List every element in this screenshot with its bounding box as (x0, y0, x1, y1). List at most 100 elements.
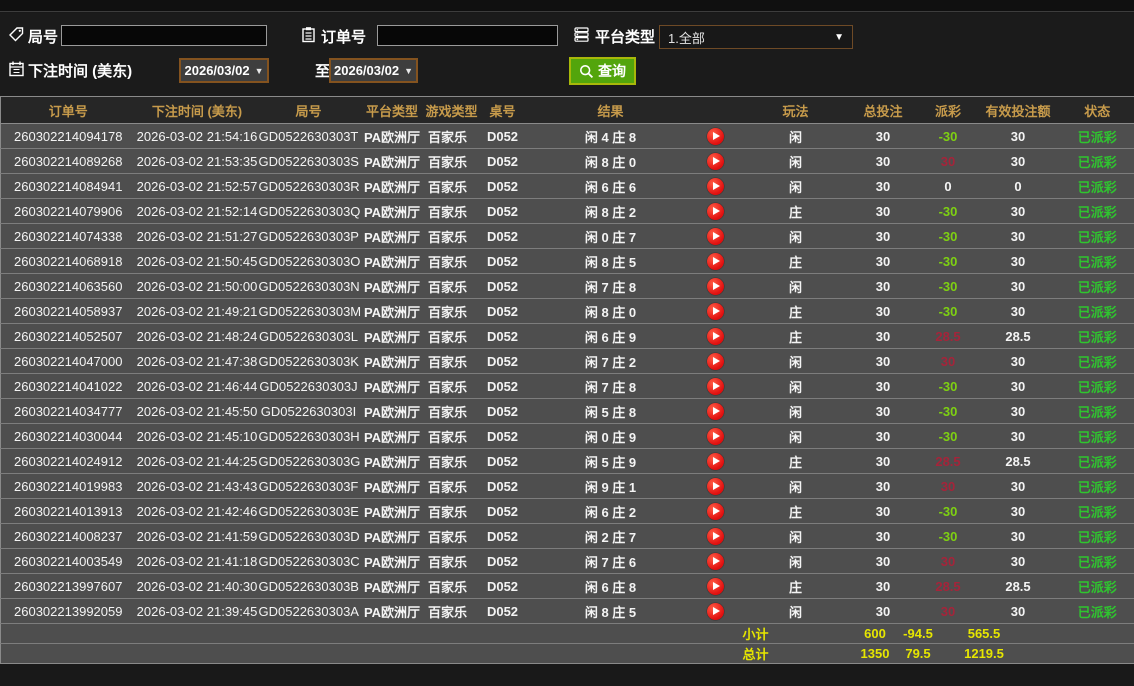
play-video-icon[interactable] (707, 177, 724, 195)
cell-valid-bet: 30 (975, 373, 1061, 399)
cell-round-no: GD0522630303I (258, 398, 359, 424)
filter-panel: 局号 订单号 平台类型 1.全部 ▼ 下注时间 (美东) 2026/03/02 … (0, 13, 1134, 96)
cell-valid-bet: 30 (975, 123, 1061, 149)
status-badge: 已派彩 (1060, 373, 1134, 399)
col-result: 结果 (535, 96, 686, 124)
cell-valid-bet: 30 (975, 423, 1061, 449)
play-video-icon[interactable] (707, 602, 724, 620)
play-video-icon[interactable] (707, 552, 724, 570)
order-no-input[interactable] (377, 25, 558, 46)
cell-table-no: D052 (469, 523, 536, 549)
play-video-icon[interactable] (707, 202, 724, 220)
play-video-icon[interactable] (707, 427, 724, 445)
cell-replay (685, 573, 746, 599)
top-bar (0, 0, 1134, 12)
cell-round-no: GD0522630303J (258, 373, 359, 399)
cell-valid-bet: 30 (975, 273, 1061, 299)
cell-replay (685, 148, 746, 174)
cell-bet-time: 2026-03-02 21:39:45 (135, 598, 259, 624)
platform-type-select[interactable]: 1.全部 ▼ (659, 25, 853, 49)
cell-replay (685, 348, 746, 374)
cell-round-no: GD0522630303D (258, 523, 360, 549)
play-video-icon[interactable] (707, 252, 724, 270)
play-video-icon[interactable] (707, 502, 724, 520)
play-video-icon[interactable] (707, 352, 724, 370)
cell-game-type: 百家乐 (425, 223, 470, 249)
play-video-icon[interactable] (707, 277, 724, 295)
grand-total-row: 总计 1350 79.5 1219.5 (0, 643, 1134, 664)
status-badge: 已派彩 (1060, 473, 1134, 499)
cell-valid-bet: 28.5 (975, 573, 1061, 599)
cell-table-no: D052 (469, 573, 536, 599)
col-total-bet: 总投注 (845, 96, 921, 124)
table-row: 260302213997607 2026-03-02 21:40:30 GD05… (0, 573, 1134, 599)
cell-table-no: D052 (469, 548, 536, 574)
cell-valid-bet: 30 (975, 473, 1061, 499)
cell-platform: PA欧洲厅 (358, 173, 426, 199)
cell-total-bet: 30 (845, 148, 921, 174)
cell-valid-bet: 30 (975, 223, 1061, 249)
search-button[interactable]: 查询 (569, 57, 636, 85)
cell-game-type: 百家乐 (425, 598, 470, 624)
cell-replay (685, 223, 746, 249)
payout-cell: -30 (920, 198, 976, 224)
date-to-picker[interactable]: 2026/03/02 ▼ (329, 58, 418, 83)
payout-cell: -30 (920, 373, 976, 399)
cell-play: 闲 (745, 423, 846, 449)
cell-play: 闲 (745, 123, 846, 149)
cell-game-type: 百家乐 (425, 448, 470, 474)
cell-replay (685, 323, 746, 349)
cell-table-no: D052 (469, 298, 536, 324)
cell-game-type: 百家乐 (425, 398, 470, 424)
cell-bet-time: 2026-03-02 21:41:18 (135, 548, 259, 574)
cell-total-bet: 30 (845, 373, 921, 399)
cell-result: 闲 7 庄 8 (535, 273, 686, 299)
cell-order-no: 260302214047000 (0, 348, 136, 374)
payout-cell: -30 (920, 498, 976, 524)
cell-game-type: 百家乐 (425, 123, 470, 149)
cell-valid-bet: 28.5 (975, 448, 1061, 474)
play-video-icon[interactable] (707, 302, 724, 320)
cell-play: 庄 (745, 448, 846, 474)
round-no-input[interactable] (61, 25, 267, 46)
cell-total-bet: 30 (845, 198, 921, 224)
date-from-picker[interactable]: 2026/03/02 ▼ (179, 58, 269, 83)
cell-platform: PA欧洲厅 (358, 598, 426, 624)
chevron-down-icon: ▼ (834, 31, 844, 43)
cell-result: 闲 6 庄 9 (535, 323, 686, 349)
status-badge: 已派彩 (1060, 448, 1134, 474)
cell-round-no: GD0522630303E (258, 498, 359, 524)
cell-table-no: D052 (469, 148, 536, 174)
play-video-icon[interactable] (707, 477, 724, 495)
play-video-icon[interactable] (707, 452, 724, 470)
play-video-icon[interactable] (707, 402, 724, 420)
tag-icon (8, 26, 25, 43)
cell-game-type: 百家乐 (425, 298, 470, 324)
payout-cell: -30 (920, 248, 976, 274)
table-row: 260302214089268 2026-03-02 21:53:35 GD05… (0, 148, 1134, 174)
cell-result: 闲 8 庄 2 (535, 198, 686, 224)
subtotal-row: 小计 600 -94.5 565.5 (0, 623, 1134, 644)
cell-table-no: D052 (469, 348, 536, 374)
cell-replay (685, 273, 746, 299)
cell-replay (685, 173, 746, 199)
status-badge: 已派彩 (1060, 123, 1134, 149)
play-video-icon[interactable] (707, 527, 724, 545)
cell-total-bet: 30 (845, 223, 921, 249)
cell-table-no: D052 (469, 323, 536, 349)
cell-play: 闲 (745, 373, 846, 399)
status-badge: 已派彩 (1060, 323, 1134, 349)
cell-platform: PA欧洲厅 (358, 348, 426, 374)
cell-platform: PA欧洲厅 (358, 148, 426, 174)
play-video-icon[interactable] (707, 377, 724, 395)
cell-game-type: 百家乐 (425, 198, 470, 224)
cell-table-no: D052 (469, 173, 536, 199)
play-video-icon[interactable] (707, 577, 724, 595)
grand-total-label: 总计 (742, 643, 846, 664)
play-video-icon[interactable] (707, 152, 724, 170)
play-video-icon[interactable] (707, 127, 724, 145)
cell-result: 闲 8 庄 5 (535, 598, 686, 624)
play-video-icon[interactable] (707, 327, 724, 345)
grand-total-valid-bet: 1219.5 (964, 643, 1061, 664)
play-video-icon[interactable] (707, 227, 724, 245)
